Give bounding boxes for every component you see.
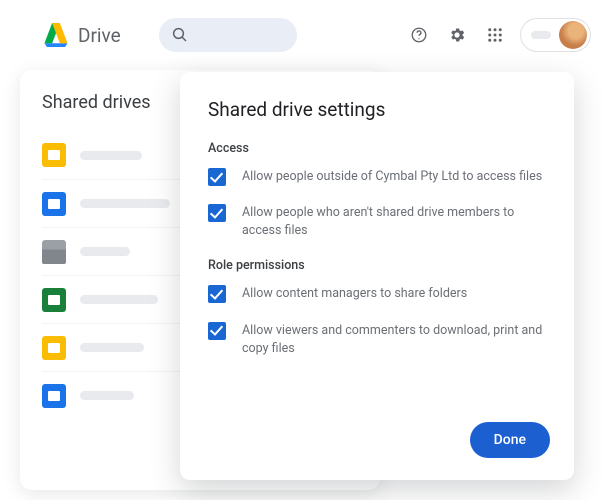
product-name: Drive <box>78 24 121 47</box>
list-item-label <box>80 391 134 400</box>
done-button[interactable]: Done <box>470 422 550 458</box>
section-label-access: Access <box>208 141 546 156</box>
option-managers-share[interactable]: Allow content managers to share folders <box>208 285 546 303</box>
dialog-title: Shared drive settings <box>208 98 546 121</box>
list-item-label <box>80 247 130 256</box>
folder-icon <box>42 240 66 264</box>
avatar <box>559 21 587 49</box>
app-header: Drive <box>0 0 608 64</box>
option-label: Allow people outside of Cymbal Pty Ltd t… <box>242 168 542 186</box>
checkbox-checked-icon[interactable] <box>208 204 226 222</box>
folder-icon <box>42 336 66 360</box>
help-icon[interactable] <box>407 23 431 47</box>
list-item-label <box>80 343 144 352</box>
option-nonmember-access[interactable]: Allow people who aren't shared drive mem… <box>208 204 546 240</box>
search-input[interactable] <box>159 18 297 52</box>
drive-icon <box>42 23 70 47</box>
list-item-label <box>80 295 158 304</box>
apps-icon[interactable] <box>483 23 507 47</box>
drive-logo[interactable]: Drive <box>42 23 121 47</box>
option-external-access[interactable]: Allow people outside of Cymbal Pty Ltd t… <box>208 168 546 186</box>
option-label: Allow viewers and commenters to download… <box>242 322 546 358</box>
account-label-placeholder <box>531 31 551 39</box>
docs-icon <box>42 384 66 408</box>
section-label-roles: Role permissions <box>208 258 546 273</box>
gear-icon[interactable] <box>445 23 469 47</box>
account-chip[interactable] <box>521 19 590 51</box>
option-viewers-download[interactable]: Allow viewers and commenters to download… <box>208 322 546 358</box>
list-item-label <box>80 199 170 208</box>
search-icon <box>171 26 189 44</box>
checkbox-checked-icon[interactable] <box>208 168 226 186</box>
folder-icon <box>42 143 66 167</box>
shared-drive-settings-dialog: Shared drive settings Access Allow peopl… <box>180 72 574 480</box>
list-item-label <box>80 151 142 160</box>
sheets-icon <box>42 288 66 312</box>
option-label: Allow content managers to share folders <box>242 285 467 303</box>
checkbox-checked-icon[interactable] <box>208 285 226 303</box>
option-label: Allow people who aren't shared drive mem… <box>242 204 546 240</box>
checkbox-checked-icon[interactable] <box>208 322 226 340</box>
docs-icon <box>42 192 66 216</box>
